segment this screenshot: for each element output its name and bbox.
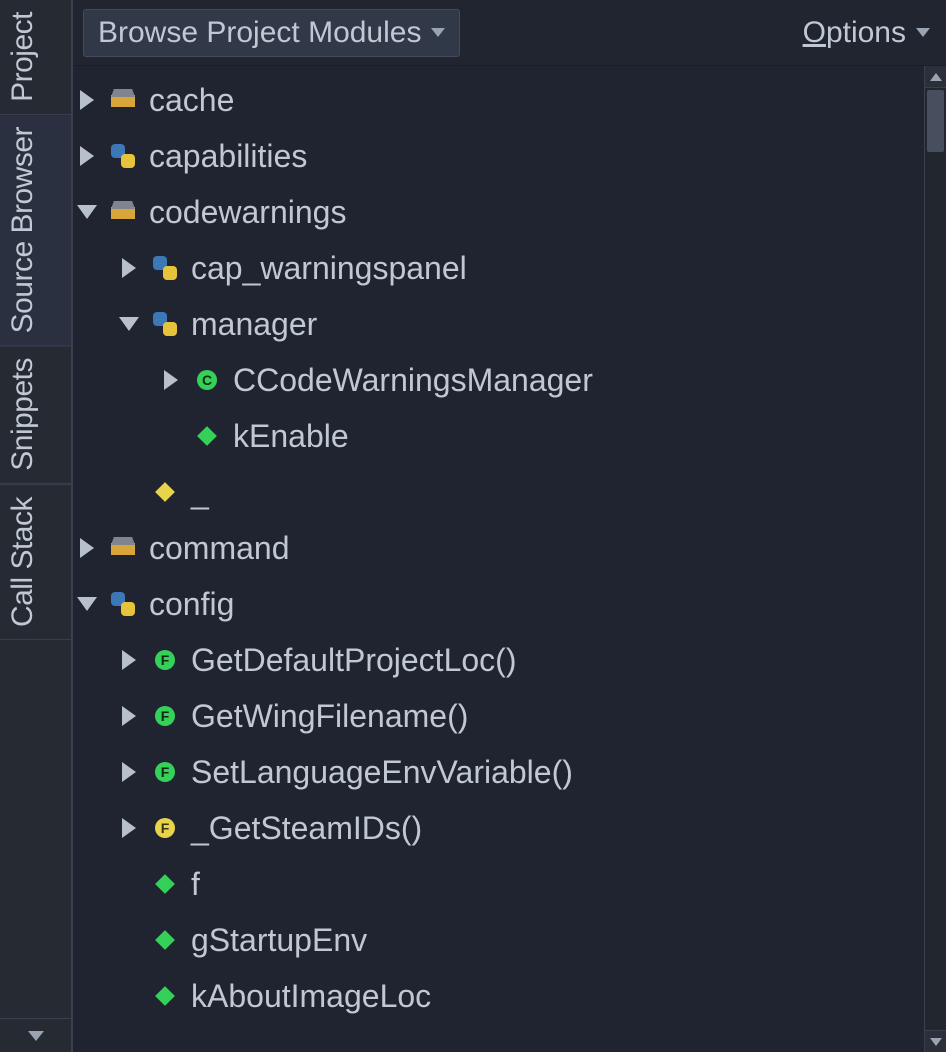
tree-item-label: SetLanguageEnvVariable() (189, 754, 573, 791)
python-icon (107, 140, 139, 172)
disclosure-closed-icon[interactable] (73, 538, 101, 558)
variable-private-icon (149, 476, 181, 508)
options-label: Options (803, 16, 906, 50)
browse-mode-combo[interactable]: Browse Project Modules (83, 9, 460, 57)
tree-item-label: gStartupEnv (189, 922, 367, 959)
disclosure-open-icon[interactable] (73, 597, 101, 611)
vertical-scrollbar[interactable] (924, 66, 946, 1052)
tree-item-label: GetDefaultProjectLoc() (189, 642, 516, 679)
module-tree[interactable]: cache capabilities codewarnings cap_warning… (73, 66, 924, 1052)
python-icon (149, 308, 181, 340)
scroll-down-button[interactable] (925, 1030, 946, 1052)
tree-item[interactable]: manager (73, 296, 924, 352)
tree-item[interactable]: command (73, 520, 924, 576)
tree-item[interactable]: cap_warningspanel (73, 240, 924, 296)
tree-item[interactable]: kEnable (73, 408, 924, 464)
chevron-down-icon (431, 28, 445, 37)
tree-item-label: capabilities (147, 138, 307, 175)
variable-icon (149, 980, 181, 1012)
options-menu[interactable]: Options (803, 16, 936, 50)
chevron-down-icon (916, 28, 930, 37)
vertical-tab-rail: Project Source Browser Snippets Call Sta… (0, 0, 72, 1052)
tree-item[interactable]: FGetDefaultProjectLoc() (73, 632, 924, 688)
tree-item[interactable]: _ (73, 464, 924, 520)
disclosure-closed-icon[interactable] (115, 762, 143, 782)
python-icon (107, 588, 139, 620)
tree-item-label: cache (147, 82, 234, 119)
disclosure-closed-icon[interactable] (115, 818, 143, 838)
function-icon: F (149, 756, 181, 788)
tree-item[interactable]: codewarnings (73, 184, 924, 240)
tree-item[interactable]: FGetWingFilename() (73, 688, 924, 744)
variable-icon (149, 868, 181, 900)
tree-item[interactable]: cache (73, 72, 924, 128)
tree-item-label: manager (189, 306, 317, 343)
tree-item[interactable]: F_GetSteamIDs() (73, 800, 924, 856)
tree-item[interactable]: config (73, 576, 924, 632)
disclosure-open-icon[interactable] (115, 317, 143, 331)
source-browser-panel: Browse Project Modules Options cache capa… (72, 0, 946, 1052)
disclosure-closed-icon[interactable] (115, 706, 143, 726)
variable-icon (191, 420, 223, 452)
tab-source-browser[interactable]: Source Browser (0, 115, 71, 346)
scroll-up-button[interactable] (925, 66, 946, 88)
tree-item[interactable]: f (73, 856, 924, 912)
tree-item[interactable]: kAboutImageLoc (73, 968, 924, 1024)
disclosure-closed-icon[interactable] (115, 258, 143, 278)
tree-item-label: _GetSteamIDs() (189, 810, 422, 847)
function-icon: F (149, 644, 181, 676)
disclosure-closed-icon[interactable] (115, 650, 143, 670)
tree-item-label: kEnable (231, 418, 349, 455)
browse-mode-label: Browse Project Modules (98, 16, 421, 50)
tree-item-label: f (189, 866, 200, 903)
package-icon (107, 84, 139, 116)
class-icon: C (191, 364, 223, 396)
disclosure-closed-icon[interactable] (73, 146, 101, 166)
tree-item[interactable]: gStartupEnv (73, 912, 924, 968)
tree-item-label: GetWingFilename() (189, 698, 468, 735)
tab-snippets[interactable]: Snippets (0, 346, 71, 484)
tree-item-label: cap_warningspanel (189, 250, 467, 287)
toolbar: Browse Project Modules Options (73, 0, 946, 66)
scroll-thumb[interactable] (927, 90, 944, 152)
package-icon (107, 532, 139, 564)
tree-item-label: CCodeWarningsManager (231, 362, 593, 399)
tree-item-label: kAboutImageLoc (189, 978, 431, 1015)
tree-item[interactable]: CCCodeWarningsManager (73, 352, 924, 408)
package-icon (107, 196, 139, 228)
tree-item-label: config (147, 586, 234, 623)
disclosure-open-icon[interactable] (73, 205, 101, 219)
python-icon (149, 252, 181, 284)
tree-item-label: command (147, 530, 290, 567)
disclosure-closed-icon[interactable] (157, 370, 185, 390)
function-private-icon: F (149, 812, 181, 844)
tree-item-label: codewarnings (147, 194, 346, 231)
function-icon: F (149, 700, 181, 732)
tree-item[interactable]: capabilities (73, 128, 924, 184)
variable-icon (149, 924, 181, 956)
disclosure-closed-icon[interactable] (73, 90, 101, 110)
tree-item[interactable]: FSetLanguageEnvVariable() (73, 744, 924, 800)
tab-overflow-button[interactable] (0, 1018, 71, 1052)
tab-call-stack[interactable]: Call Stack (0, 484, 71, 640)
tree-item-label: _ (189, 474, 209, 511)
scroll-track[interactable] (925, 88, 946, 1030)
tab-project[interactable]: Project (0, 0, 71, 115)
